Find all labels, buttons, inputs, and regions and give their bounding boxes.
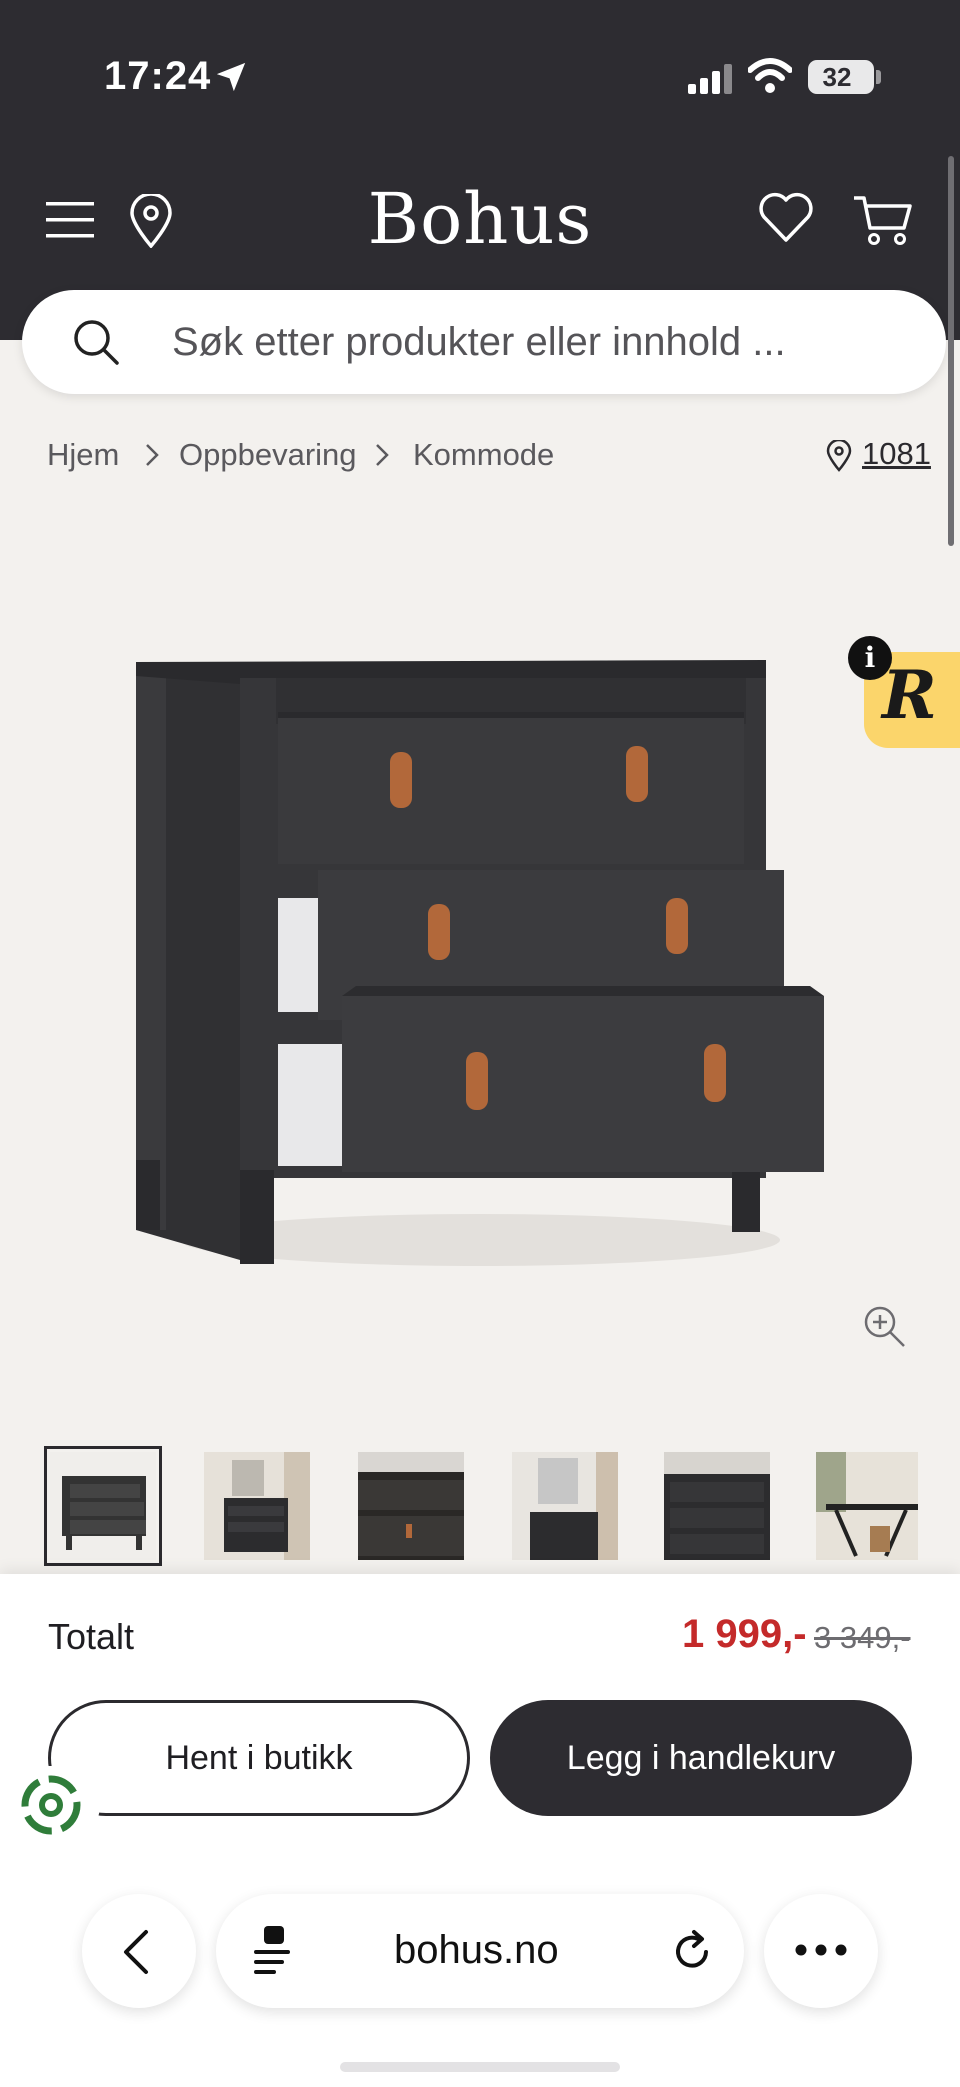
zoom-in-icon[interactable] (862, 1304, 906, 1348)
location-arrow-icon (216, 62, 246, 92)
breadcrumb-oppbevaring[interactable]: Oppbevaring (179, 437, 357, 473)
battery-indicator: 32 (808, 60, 874, 94)
app-header (0, 0, 960, 340)
chevron-right-icon (146, 444, 159, 466)
eco-widget[interactable] (10, 1766, 100, 1844)
breadcrumb-home[interactable]: Hjem (47, 437, 119, 473)
original-price: 3 349,- (814, 1620, 911, 1655)
search-bar[interactable]: Søk etter produkter eller innhold ... (22, 290, 946, 394)
add-to-cart-button[interactable]: Legg i handlekurv (490, 1700, 912, 1816)
page-scrollbar[interactable] (948, 156, 954, 546)
thumbnail-3[interactable] (358, 1452, 464, 1560)
url-text[interactable]: bohus.no (394, 1928, 559, 1973)
thumbnail-1[interactable] (44, 1446, 162, 1566)
more-icon (795, 1944, 847, 1956)
menu-icon[interactable] (46, 200, 94, 240)
chevron-left-icon (124, 1930, 148, 1974)
reload-icon[interactable] (670, 1928, 714, 1974)
store-location-icon[interactable] (128, 194, 174, 248)
brand-logo[interactable]: Bohus (330, 178, 630, 260)
search-input[interactable]: Søk etter produkter eller innhold ... (172, 320, 786, 365)
battery-level: 32 (822, 62, 852, 92)
wifi-icon (748, 58, 792, 93)
home-indicator (340, 2062, 620, 2072)
total-label: Totalt (48, 1616, 135, 1657)
current-price: 1 999,- (682, 1612, 807, 1656)
thumbnail-4[interactable] (512, 1452, 618, 1560)
cellular-signal-icon (688, 64, 732, 94)
page-menu-icon[interactable] (252, 1924, 294, 1976)
shopping-cart-icon[interactable] (852, 192, 912, 248)
breadcrumb-kommode[interactable]: Kommode (413, 437, 554, 473)
info-icon[interactable]: i (848, 636, 892, 680)
thumbnail-5[interactable] (664, 1452, 770, 1560)
status-time: 17:24 (104, 54, 212, 98)
battery-tip (876, 70, 881, 84)
store-pin-icon (826, 440, 852, 472)
search-icon (74, 320, 119, 365)
thumbnail-2[interactable] (204, 1452, 310, 1560)
selected-store-link[interactable]: 1081 (862, 436, 931, 472)
product-image-dresser[interactable] (120, 640, 840, 1280)
pickup-in-store-button[interactable]: Hent i butikk (48, 1700, 470, 1816)
thumbnail-6[interactable] (816, 1452, 918, 1560)
recycle-icon (21, 1775, 81, 1835)
chevron-right-icon (376, 444, 389, 466)
reviews-badge-letter: R (882, 656, 937, 734)
wishlist-heart-icon[interactable] (758, 192, 814, 244)
